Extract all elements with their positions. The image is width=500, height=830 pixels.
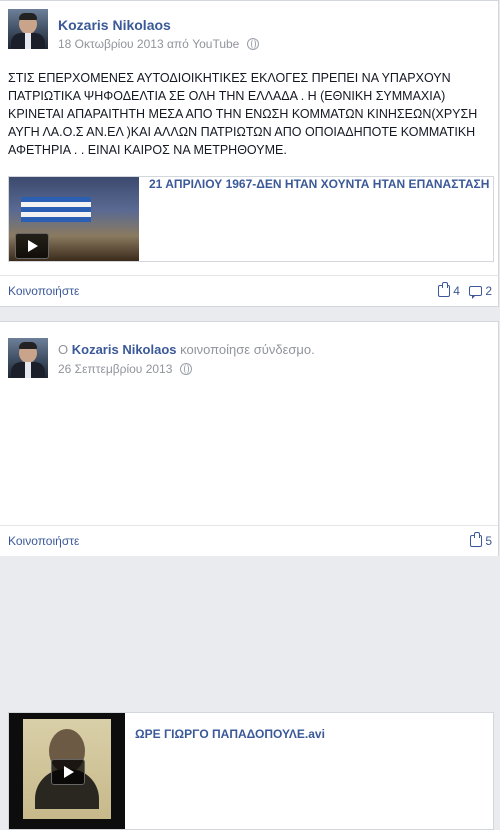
avatar[interactable] xyxy=(8,9,48,49)
post-counts: 5 xyxy=(470,532,492,548)
headline-action: κοινοποίησε σύνδεσμο. xyxy=(180,342,315,357)
via-source[interactable]: YouTube xyxy=(192,37,239,51)
post-date[interactable]: 18 Οκτωβρίου 2013 xyxy=(58,37,164,51)
video-title[interactable]: ΩΡΕ ΓΙΩΡΓΟ ΠΑΠΑΔΟΠΟΥΛΕ.avi xyxy=(135,727,325,741)
globe-icon[interactable] xyxy=(246,38,259,50)
author-name[interactable]: Kozaris Nikolaos xyxy=(58,17,171,33)
play-icon[interactable] xyxy=(51,759,85,785)
post-footer: Κοινοποιήστε 4 2 xyxy=(0,275,498,306)
video-thumbnail[interactable] xyxy=(9,177,139,261)
comment-icon[interactable] xyxy=(469,286,483,299)
comment-count[interactable]: 2 xyxy=(485,284,492,298)
post-meta: 26 Σεπτεμβρίου 2013 xyxy=(58,361,192,376)
like-count[interactable]: 5 xyxy=(485,534,492,548)
post-meta: 18 Οκτωβρίου 2013 από YouTube xyxy=(58,36,259,51)
like-icon[interactable] xyxy=(438,282,451,297)
post-date[interactable]: 26 Σεπτεμβρίου 2013 xyxy=(58,362,172,376)
video-title[interactable]: 21 ΑΠΡΙΛΙΟΥ 1967-ΔΕΝ ΗΤΑΝ ΧΟΥΝΤΑ ΗΤΑΝ ΕΠ… xyxy=(149,177,489,191)
like-icon[interactable] xyxy=(470,532,483,547)
post-text: ΣΤΙΣ ΕΠΕΡΧΟΜΕΝΕΣ ΑΥΤΟΔΙΟΙΚΗΤΙΚΕΣ ΕΚΛΟΓΕΣ… xyxy=(8,71,478,157)
post-footer: Κοινοποιήστε 5 xyxy=(0,525,498,556)
via-prefix: από xyxy=(166,37,189,51)
video-thumbnail[interactable] xyxy=(9,713,125,829)
video-share-card[interactable]: ΩΡΕ ΓΙΩΡΓΟ ΠΑΠΑΔΟΠΟΥΛΕ.avi xyxy=(8,712,494,830)
video-share-card[interactable]: 21 ΑΠΡΙΛΙΟΥ 1967-ΔΕΝ ΗΤΑΝ ΧΟΥΝΤΑ ΗΤΑΝ ΕΠ… xyxy=(8,176,494,262)
globe-icon[interactable] xyxy=(179,363,192,375)
post-headline: Ο Kozaris Nikolaos κοινοποίησε σύνδεσμο. xyxy=(58,342,315,357)
avatar[interactable] xyxy=(8,338,48,378)
play-icon[interactable] xyxy=(15,233,49,259)
post-counts: 4 2 xyxy=(438,282,492,299)
post-card: Kozaris Nikolaos 18 Οκτωβρίου 2013 από Y… xyxy=(0,0,499,307)
post-card: Ο Kozaris Nikolaos κοινοποίησε σύνδεσμο.… xyxy=(0,321,499,830)
headline-prefix: Ο xyxy=(58,342,69,357)
share-link[interactable]: Κοινοποιήστε xyxy=(8,534,79,548)
like-count[interactable]: 4 xyxy=(453,284,460,298)
share-link[interactable]: Κοινοποιήστε xyxy=(8,284,79,298)
author-name[interactable]: Kozaris Nikolaos xyxy=(72,342,177,357)
